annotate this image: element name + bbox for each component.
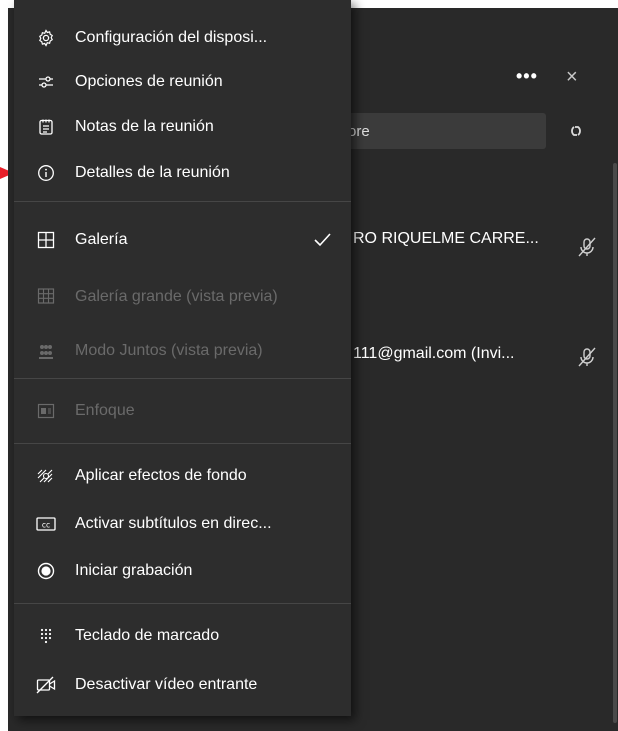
panel-scrollbar[interactable]: [613, 163, 617, 723]
mic-off-icon: [578, 237, 596, 257]
video-off-icon: [36, 675, 56, 695]
captions-icon: cc: [36, 514, 56, 534]
more-actions-menu: Configuración del disposi... Opciones de…: [14, 0, 351, 716]
menu-item-meeting-details[interactable]: Detalles de la reunión: [14, 155, 351, 191]
large-grid-icon: [36, 286, 56, 306]
menu-item-label: Detalles de la reunión: [75, 164, 230, 181]
menu-item-label: Galería: [75, 231, 128, 248]
menu-separator: [14, 201, 351, 202]
menu-item-device-settings[interactable]: Configuración del disposi...: [14, 20, 351, 56]
menu-item-meeting-notes[interactable]: Notas de la reunión: [14, 109, 351, 145]
focus-icon: [36, 401, 56, 421]
dialpad-icon: [36, 626, 56, 646]
record-icon: [36, 561, 56, 581]
menu-item-live-captions[interactable]: cc Activar subtítulos en direc...: [14, 506, 351, 542]
participant-name: RO RIQUELME CARRE...: [353, 230, 539, 247]
menu-item-label: Iniciar grabación: [75, 562, 193, 579]
participant-search-input[interactable]: [338, 113, 546, 149]
close-button[interactable]: ×: [566, 66, 578, 89]
grid-icon: [36, 230, 56, 250]
menu-separator: [14, 378, 351, 379]
menu-item-label: Modo Juntos (vista previa): [75, 342, 263, 359]
menu-item-label: Notas de la reunión: [75, 118, 214, 135]
menu-item-label: Activar subtítulos en direc...: [75, 515, 272, 532]
svg-text:cc: cc: [42, 521, 50, 530]
copy-link-icon[interactable]: [563, 118, 589, 144]
info-icon: [36, 163, 56, 183]
notes-icon: [36, 117, 56, 137]
menu-item-label: Desactivar vídeo entrante: [75, 676, 258, 693]
background-effects-icon: [36, 466, 56, 486]
menu-separator: [14, 443, 351, 444]
menu-item-large-gallery: Galería grande (vista previa): [14, 272, 351, 320]
menu-item-start-recording[interactable]: Iniciar grabación: [14, 553, 351, 589]
mic-off-icon: [578, 347, 596, 367]
menu-item-label: Opciones de reunión: [75, 73, 223, 90]
menu-item-together-mode: Modo Juntos (vista previa): [14, 333, 351, 369]
more-options-button[interactable]: •••: [516, 66, 538, 87]
menu-item-background-effects[interactable]: Aplicar efectos de fondo: [14, 458, 351, 494]
menu-item-focus: Enfoque: [14, 393, 351, 429]
participant-name: 111@gmail.com (Invi...: [353, 345, 515, 362]
checkmark-icon: [314, 233, 331, 247]
menu-item-label: Configuración del disposi...: [75, 29, 268, 46]
menu-item-meeting-options[interactable]: Opciones de reunión: [14, 64, 351, 100]
menu-item-gallery[interactable]: Galería: [14, 222, 351, 258]
sliders-icon: [36, 72, 56, 92]
menu-item-label: Galería grande (vista previa): [75, 287, 278, 305]
menu-item-label: Teclado de marcado: [75, 627, 220, 644]
together-icon: [36, 341, 56, 361]
menu-item-dialpad[interactable]: Teclado de marcado: [14, 618, 351, 654]
menu-separator: [14, 603, 351, 604]
gear-icon: [36, 28, 56, 48]
menu-item-label: Enfoque: [75, 402, 135, 419]
menu-item-label: Aplicar efectos de fondo: [75, 467, 247, 484]
menu-item-turn-off-incoming-video[interactable]: Desactivar vídeo entrante: [14, 667, 351, 703]
